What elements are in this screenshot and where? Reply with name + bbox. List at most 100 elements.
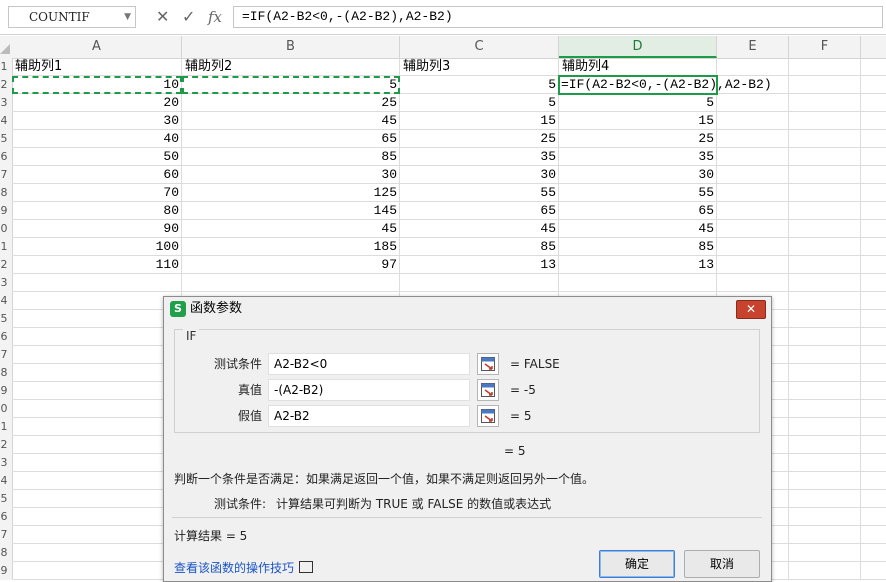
row-header[interactable]: 8	[0, 184, 12, 202]
row-header[interactable]: 9	[0, 562, 12, 580]
row-header[interactable]: 5	[0, 490, 12, 508]
data-cell[interactable]: 30	[182, 166, 400, 184]
formula-input[interactable]: =IF(A2-B2<0,-(A2-B2),A2-B2)	[233, 6, 883, 28]
row-header[interactable]: 7	[0, 526, 12, 544]
column-header-b[interactable]: B	[182, 36, 400, 58]
data-cell[interactable]: 5	[400, 94, 559, 112]
data-cell[interactable]: 185	[182, 238, 400, 256]
data-cell[interactable]: 25	[400, 130, 559, 148]
row-header[interactable]: 8	[0, 364, 12, 382]
row-header[interactable]: 7	[0, 346, 12, 364]
cancel-formula-icon[interactable]: ✕	[156, 6, 169, 28]
data-cell[interactable]: 30	[12, 112, 182, 130]
row-header[interactable]: 1	[0, 238, 12, 256]
data-cell[interactable]: 15	[559, 112, 717, 130]
data-cell[interactable]: 80	[12, 202, 182, 220]
select-all-corner[interactable]	[0, 44, 10, 54]
row-header[interactable]: 7	[0, 166, 12, 184]
arg-input-true[interactable]: -(A2-B2)	[268, 379, 470, 401]
row-header[interactable]: 5	[0, 130, 12, 148]
row-header[interactable]: 3	[0, 454, 12, 472]
data-cell[interactable]: 45	[182, 220, 400, 238]
row-header[interactable]: 4	[0, 112, 12, 130]
data-cell[interactable]: 5	[559, 94, 717, 112]
data-cell[interactable]: 15	[400, 112, 559, 130]
data-cell[interactable]: 85	[559, 238, 717, 256]
data-cell[interactable]: 45	[400, 220, 559, 238]
column-header-a[interactable]: A	[12, 36, 182, 58]
row-header[interactable]: 2	[0, 76, 12, 94]
collapse-dialog-icon[interactable]	[477, 379, 499, 401]
column-header-d[interactable]: D	[559, 36, 717, 58]
header-cell[interactable]: 辅助列4	[559, 58, 720, 76]
data-cell[interactable]: 35	[559, 148, 717, 166]
row-header[interactable]: 8	[0, 544, 12, 562]
row-header[interactable]: 1	[0, 418, 12, 436]
data-cell[interactable]: 100	[12, 238, 182, 256]
row-header[interactable]: 2	[0, 256, 12, 274]
row-header[interactable]: 6	[0, 328, 12, 346]
row-header[interactable]: 6	[0, 508, 12, 526]
data-cell[interactable]: 90	[12, 220, 182, 238]
accept-formula-icon[interactable]: ✓	[182, 6, 195, 28]
row-header[interactable]: 5	[0, 310, 12, 328]
data-cell[interactable]: 20	[12, 94, 182, 112]
dialog-titlebar[interactable]: S 函数参数 ✕	[164, 297, 771, 321]
data-cell[interactable]: 110	[12, 256, 182, 274]
collapse-dialog-icon[interactable]	[477, 353, 499, 375]
column-header-f[interactable]: F	[789, 36, 861, 58]
data-cell[interactable]: 13	[400, 256, 559, 274]
data-cell[interactable]: 5	[400, 76, 559, 94]
ok-button[interactable]: 确定	[599, 550, 675, 578]
column-header-c[interactable]: C	[400, 36, 559, 58]
data-cell[interactable]: 60	[12, 166, 182, 184]
header-cell[interactable]: 辅助列2	[182, 58, 403, 76]
data-cell[interactable]: 50	[12, 148, 182, 166]
data-cell[interactable]: 25	[182, 94, 400, 112]
data-cell[interactable]: 13	[559, 256, 717, 274]
data-cell[interactable]: 55	[559, 184, 717, 202]
row-header[interactable]: 3	[0, 94, 12, 112]
data-cell[interactable]: 55	[400, 184, 559, 202]
data-cell[interactable]: 97	[182, 256, 400, 274]
header-cell[interactable]: 辅助列1	[12, 58, 185, 76]
data-cell[interactable]: 85	[182, 148, 400, 166]
row-header[interactable]: 0	[0, 400, 12, 418]
row-header[interactable]: 0	[0, 220, 12, 238]
data-cell[interactable]: 25	[559, 130, 717, 148]
row-header[interactable]: 2	[0, 436, 12, 454]
row-header[interactable]: 1	[0, 58, 12, 76]
data-cell[interactable]: 65	[559, 202, 717, 220]
data-cell[interactable]: 45	[559, 220, 717, 238]
data-cell[interactable]: 40	[12, 130, 182, 148]
arg-input-condition[interactable]: A2-B2<0	[268, 353, 470, 375]
row-header[interactable]: 4	[0, 472, 12, 490]
row-header[interactable]: 3	[0, 274, 12, 292]
collapse-dialog-icon[interactable]	[477, 405, 499, 427]
row-header[interactable]: 9	[0, 382, 12, 400]
header-cell[interactable]: 辅助列3	[400, 58, 562, 76]
help-link[interactable]: 查看该函数的操作技巧	[174, 560, 294, 576]
data-cell[interactable]: 125	[182, 184, 400, 202]
data-cell[interactable]: 35	[400, 148, 559, 166]
data-cell[interactable]: 30	[400, 166, 559, 184]
editing-cell[interactable]: =IF(A2-B2<0,-(A2-B2),A2-B2)	[559, 76, 841, 94]
data-cell[interactable]: 65	[400, 202, 559, 220]
insert-function-icon[interactable]: fx	[208, 6, 222, 28]
data-cell[interactable]: 5	[182, 76, 400, 94]
data-cell[interactable]: 145	[182, 202, 400, 220]
data-cell[interactable]: 70	[12, 184, 182, 202]
arg-input-false[interactable]: A2-B2	[268, 405, 470, 427]
video-help-icon[interactable]	[299, 561, 313, 573]
name-box[interactable]: COUNTIF ▼	[8, 6, 136, 28]
data-cell[interactable]: 30	[559, 166, 717, 184]
column-header-e[interactable]: E	[717, 36, 789, 58]
data-cell[interactable]: 85	[400, 238, 559, 256]
data-cell[interactable]: 45	[182, 112, 400, 130]
chevron-down-icon[interactable]: ▼	[124, 7, 131, 27]
cancel-button[interactable]: 取消	[684, 550, 760, 578]
close-button[interactable]: ✕	[736, 300, 766, 319]
data-cell[interactable]: 10	[12, 76, 182, 94]
row-header[interactable]: 9	[0, 202, 12, 220]
row-header[interactable]: 4	[0, 292, 12, 310]
